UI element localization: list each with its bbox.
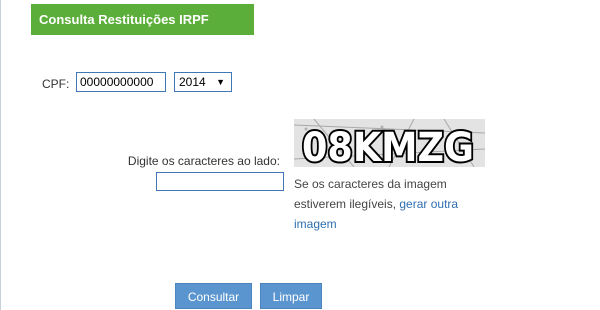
year-select[interactable]: 2014 ▼ [174, 72, 232, 92]
cpf-input[interactable] [76, 72, 166, 92]
cpf-label: CPF: [42, 77, 70, 91]
captcha-label: Digite os caracteres ao lado: [127, 154, 280, 168]
captcha-image: 08KMZG [294, 119, 485, 167]
page-title: Consulta Restituições IRPF [31, 4, 254, 35]
year-select-value: 2014 [179, 75, 206, 89]
captcha-graphic: 08KMZG [294, 119, 485, 167]
captcha-characters: 08KMZG [302, 125, 474, 167]
dropdown-arrow-icon: ▼ [216, 77, 225, 87]
limpar-button[interactable]: Limpar [260, 283, 322, 309]
consultar-button[interactable]: Consultar [175, 283, 252, 309]
captcha-input[interactable] [156, 172, 284, 191]
page: Consulta Restituições IRPF CPF: 2014 ▼ D… [0, 0, 600, 310]
illegible-help: Se os caracteres da imagem estiverem ile… [294, 174, 499, 234]
